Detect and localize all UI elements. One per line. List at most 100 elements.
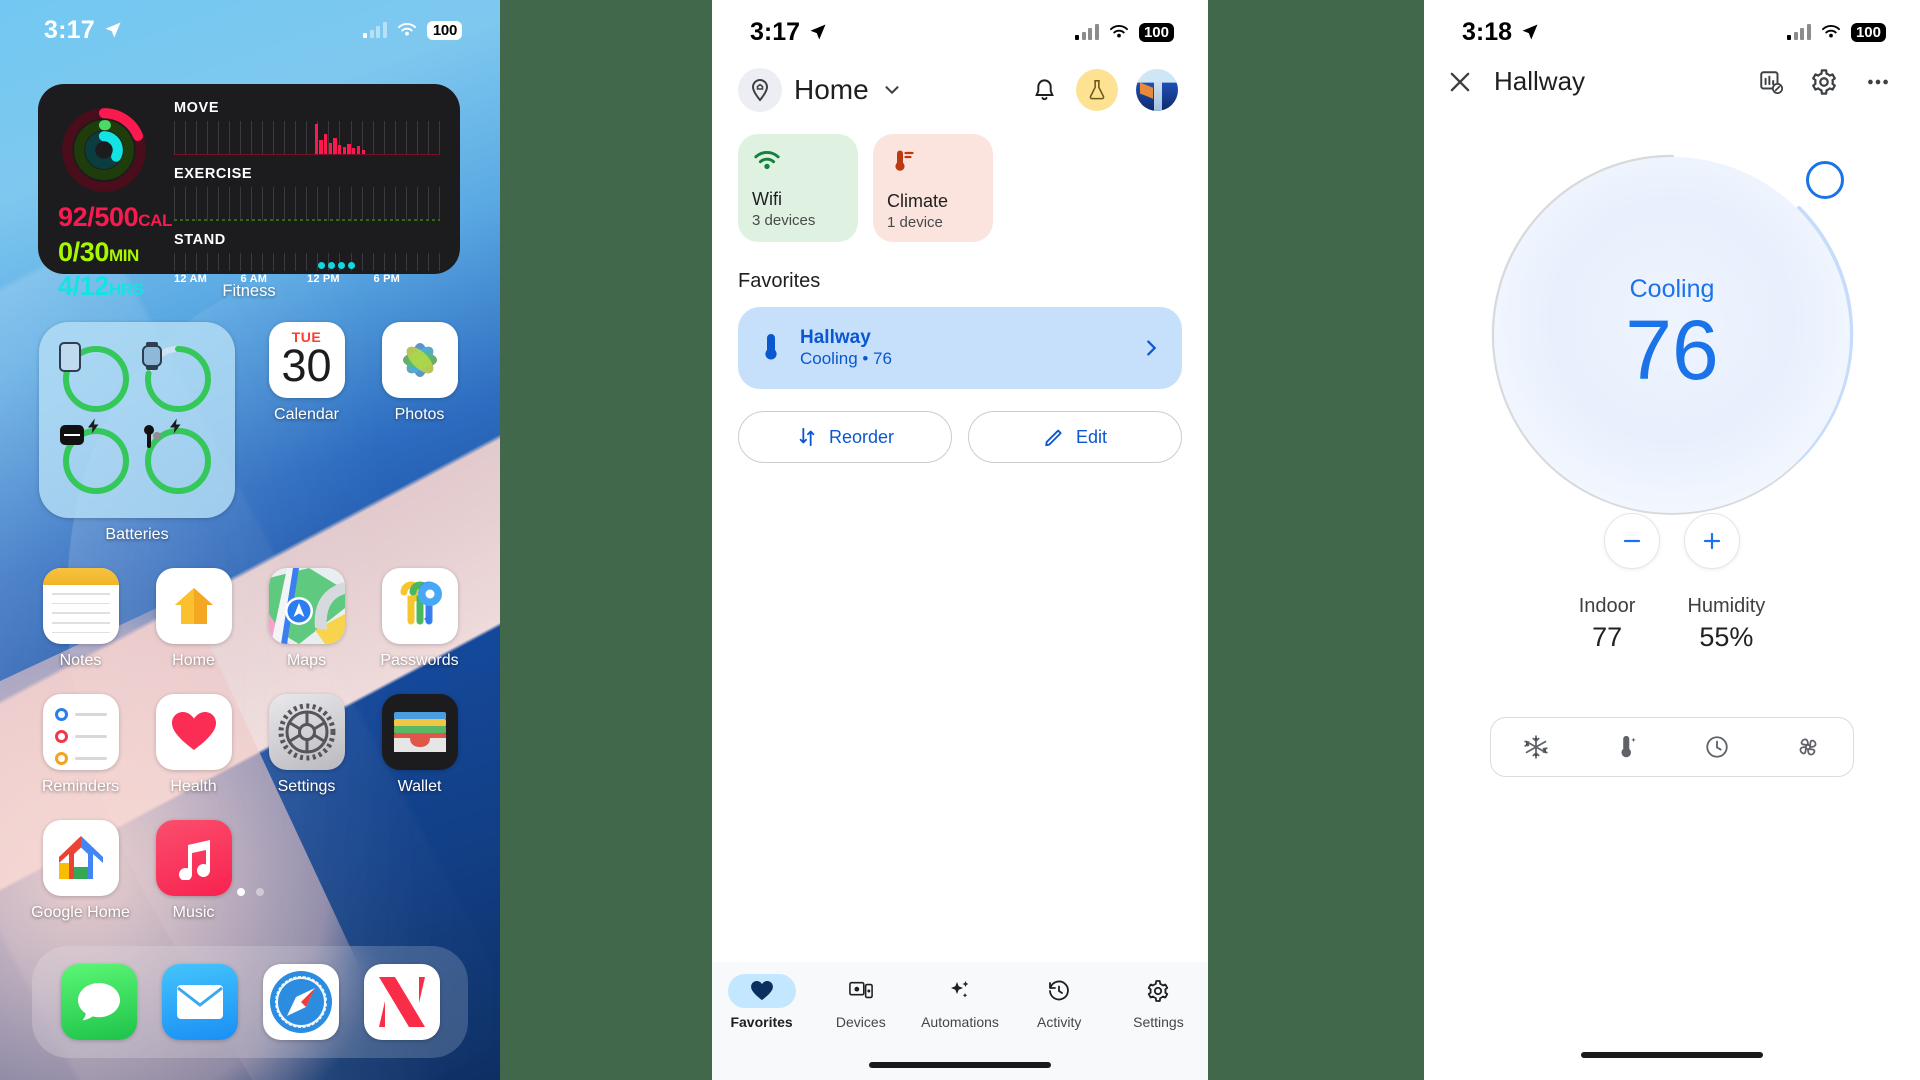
nav-favorites[interactable]: Favorites	[712, 974, 811, 1030]
battery-percent: 100	[1850, 22, 1886, 42]
settings-gear-icon	[268, 694, 345, 770]
thermostat-stats: Indoor 77 Humidity 55%	[1424, 595, 1920, 653]
mode-fan-button[interactable]	[1780, 725, 1836, 769]
messages-icon[interactable]	[60, 964, 137, 1040]
labs-flask-icon[interactable]	[1076, 69, 1118, 111]
google-home-app: 3:17 100 Home Wifi 3 devices Climate 1 d…	[712, 0, 1208, 1080]
heart-icon	[727, 974, 796, 1008]
more-horizontal-icon[interactable]	[1864, 68, 1892, 96]
card-title: Climate	[887, 191, 949, 211]
iphone-home-screen: 3:17 100 92/500CAL 0/30MIN 4/12HRS MOVE …	[0, 0, 500, 1080]
status-time: 3:17	[44, 15, 95, 44]
app-health[interactable]: Health	[137, 694, 250, 796]
mail-icon[interactable]	[161, 964, 238, 1040]
card-subtitle: 1 device	[887, 214, 943, 231]
app-notes[interactable]: Notes	[24, 568, 137, 670]
reorder-label: Reorder	[828, 426, 895, 447]
nav-activity[interactable]: Activity	[1010, 974, 1109, 1030]
location-arrow-icon	[105, 22, 121, 38]
close-x-icon[interactable]	[1446, 68, 1474, 96]
app-music[interactable]: Music	[137, 820, 250, 922]
news-icon[interactable]	[363, 964, 440, 1040]
passwords-icon	[381, 568, 458, 644]
app-calendar[interactable]: TUE 30 Calendar	[250, 322, 363, 544]
nav-label: Devices	[835, 1014, 886, 1030]
thermostat-detail-screen: 3:18 100 Hallway Cooling 76 Indoor 77 Hu…	[1424, 0, 1920, 1080]
devices-icon	[827, 974, 895, 1008]
fitness-widget[interactable]: 92/500CAL 0/30MIN 4/12HRS MOVE EXERCISE …	[38, 84, 460, 301]
batteries-widget-label: Batteries	[105, 526, 169, 543]
app-label: Photos	[394, 406, 445, 423]
google-home-icon	[42, 820, 119, 896]
app-photos[interactable]: Photos	[363, 322, 476, 544]
nav-devices[interactable]: Devices	[811, 974, 910, 1030]
favorite-status: Cooling • 76	[800, 349, 892, 368]
cool-snowflake-icon	[1524, 735, 1548, 759]
home-name: Home	[794, 74, 869, 105]
safari-icon[interactable]	[262, 964, 339, 1040]
app-label: Settings	[277, 778, 336, 795]
app-label: Health	[170, 778, 217, 795]
app-google-home[interactable]: Google Home	[24, 820, 137, 922]
exercise-chart	[174, 187, 440, 221]
battery-cell-airpod	[141, 418, 215, 498]
app-reminders[interactable]: Reminders	[24, 694, 137, 796]
target-temperature: 76	[1625, 303, 1719, 397]
schedule-clock-icon	[1706, 736, 1728, 758]
app-settings[interactable]: Settings	[250, 694, 363, 796]
notes-icon	[42, 568, 119, 644]
status-time-group: 3:18	[1462, 18, 1540, 47]
favorite-item-hallway[interactable]: Hallway Cooling • 76	[738, 307, 1182, 389]
mode-heat-button[interactable]	[1599, 725, 1655, 769]
card-climate[interactable]: Climate 1 device	[873, 134, 993, 242]
cellular-signal-icon	[1075, 24, 1099, 40]
apple-watch-icon	[141, 342, 215, 416]
detail-actions	[1758, 68, 1892, 96]
status-time-group: 3:17	[750, 18, 828, 47]
app-label: Wallet	[397, 778, 442, 795]
batteries-widget[interactable]: Batteries	[24, 322, 250, 544]
nav-settings[interactable]: Settings	[1109, 974, 1208, 1030]
health-icon	[155, 694, 232, 770]
pencil-icon	[1045, 429, 1062, 447]
dial-handle[interactable]	[1806, 161, 1844, 199]
music-icon	[155, 820, 232, 896]
account-avatar[interactable]	[1136, 69, 1178, 111]
dial-readout: Cooling 76	[1472, 275, 1872, 394]
ios-dock	[32, 946, 468, 1058]
category-cards: Wifi 3 devices Climate 1 device	[712, 112, 1208, 242]
thermostat-dial[interactable]: Cooling 76	[1472, 135, 1872, 535]
chevron-down-icon[interactable]	[881, 79, 903, 101]
battery-percent: 100	[426, 20, 462, 40]
photos-icon	[381, 322, 458, 398]
mode-schedule-button[interactable]	[1689, 725, 1745, 769]
status-indicators: 100	[1787, 22, 1886, 42]
heat-thermometer-icon	[1621, 735, 1636, 758]
stat-value: 55%	[1699, 622, 1754, 652]
app-wallet[interactable]: Wallet	[363, 694, 476, 796]
edit-button[interactable]: Edit	[968, 411, 1182, 463]
card-wifi[interactable]: Wifi 3 devices	[738, 134, 858, 242]
app-label: Home	[172, 652, 215, 669]
move-stat: 92/500CAL	[58, 202, 172, 232]
app-maps[interactable]: Maps	[250, 568, 363, 670]
home-selector-button[interactable]: Home	[738, 68, 903, 112]
app-passwords[interactable]: Passwords	[363, 568, 476, 670]
header-actions	[1031, 69, 1178, 111]
gear-icon[interactable]	[1810, 68, 1838, 96]
mode-cool-button[interactable]	[1508, 725, 1564, 769]
app-home[interactable]: Home	[137, 568, 250, 670]
chart-disabled-icon[interactable]	[1758, 69, 1784, 95]
battery-percent: 100	[1138, 22, 1174, 42]
nav-label: Favorites	[730, 1014, 793, 1030]
reorder-button[interactable]: Reorder	[738, 411, 952, 463]
nav-automations[interactable]: Automations	[910, 974, 1009, 1030]
move-chart-label: MOVE	[174, 100, 220, 116]
wifi-icon	[397, 23, 416, 36]
gear-icon	[1124, 974, 1192, 1008]
wifi-icon	[1821, 25, 1840, 38]
stat-value: 77	[1592, 622, 1623, 652]
page-indicator[interactable]	[0, 888, 500, 896]
home-icon	[155, 568, 232, 644]
notifications-bell-icon[interactable]	[1031, 77, 1058, 104]
